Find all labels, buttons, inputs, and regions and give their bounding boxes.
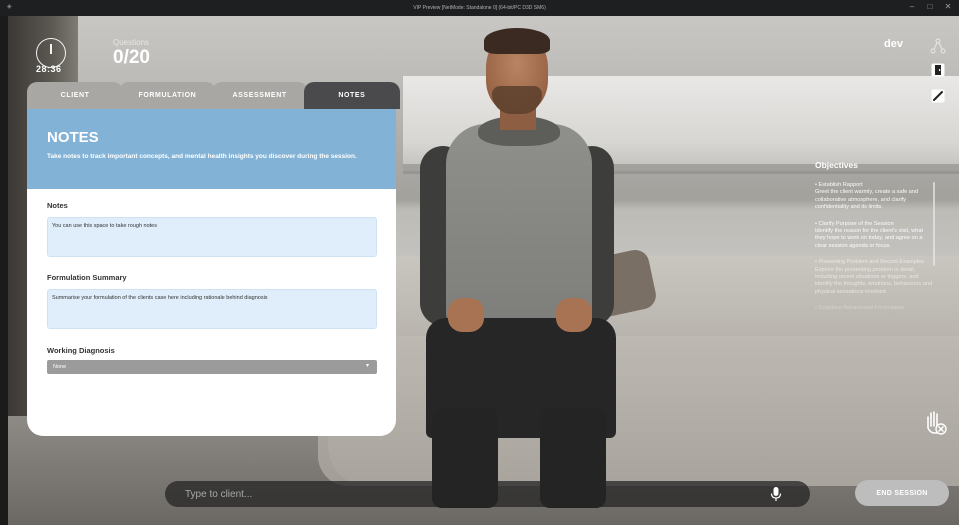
client-avatar <box>412 28 616 509</box>
questions-value: 0/20 <box>113 47 150 68</box>
avatar-left-hand <box>448 298 484 332</box>
summary-textarea[interactable]: Summarise your formulation of the client… <box>47 289 377 329</box>
pen-icon[interactable] <box>930 88 946 104</box>
objective-item: • Establish Rapport Greet the client war… <box>815 182 919 211</box>
summary-field-label: Formulation Summary <box>47 273 127 282</box>
notes-field-label: Notes <box>47 201 68 210</box>
avatar-hoodie <box>446 124 592 324</box>
share-icon[interactable] <box>930 38 946 54</box>
tab-assessment[interactable]: ASSESSMENT <box>211 82 308 109</box>
chat-input[interactable] <box>185 487 745 501</box>
user-label: dev <box>884 38 903 50</box>
app-icon: ◈ <box>7 4 12 10</box>
tab-formulation[interactable]: FORMULATION <box>119 82 216 109</box>
notes-textarea[interactable]: You can use this space to take rough not… <box>47 217 377 257</box>
window-controls: – □ ✕ <box>907 2 953 11</box>
objectives-panel: Objectives • Establish Rapport Greet the… <box>815 160 933 396</box>
diagnosis-value: None <box>53 364 67 370</box>
chevron-down-icon: ▾ <box>365 363 369 369</box>
panel-tabs: CLIENT FORMULATION ASSESSMENT NOTES <box>27 82 400 109</box>
objectives-title: Objectives <box>815 160 858 170</box>
window-title: VIP Preview [NetMode: Standalone 0] (64-… <box>413 5 546 11</box>
minimize-icon[interactable]: – <box>907 2 917 11</box>
avatar-hair <box>484 28 550 54</box>
notes-title: NOTES <box>47 129 99 146</box>
exit-icon[interactable] <box>930 62 946 78</box>
notes-header: NOTES Take notes to track important conc… <box>27 109 396 189</box>
objective-item: • Clarify Purpose of the Session Identif… <box>815 220 924 249</box>
notes-card: NOTES Take notes to track important conc… <box>27 109 396 436</box>
objective-item: • Cognitive Behavioural Formulation <box>815 305 905 312</box>
end-session-button[interactable]: END SESSION <box>855 480 949 506</box>
notes-subtitle: Take notes to track important concepts, … <box>47 153 357 160</box>
objective-item: • Presenting Problem and Recent Examples… <box>815 259 933 295</box>
notes-panel: CLIENT FORMULATION ASSESSMENT NOTES NOTE… <box>27 82 400 436</box>
tab-client[interactable]: CLIENT <box>27 82 124 109</box>
close-icon[interactable]: ✕ <box>943 2 953 11</box>
hand-cancel-icon[interactable] <box>920 408 948 436</box>
objectives-scrollbar[interactable] <box>933 182 935 266</box>
questions-label: Questions <box>113 38 150 47</box>
microphone-icon[interactable] <box>769 486 783 502</box>
maximize-icon[interactable]: □ <box>925 2 935 11</box>
diagnosis-select[interactable]: None ▾ <box>47 360 377 374</box>
timer-value: 28:36 <box>36 64 62 74</box>
window-titlebar: ◈ VIP Preview [NetMode: Standalone 0] (6… <box>0 0 959 16</box>
avatar-right-hand <box>556 298 592 332</box>
diagnosis-field-label: Working Diagnosis <box>47 346 115 355</box>
chat-bar <box>165 481 810 507</box>
tab-notes[interactable]: NOTES <box>303 82 400 109</box>
